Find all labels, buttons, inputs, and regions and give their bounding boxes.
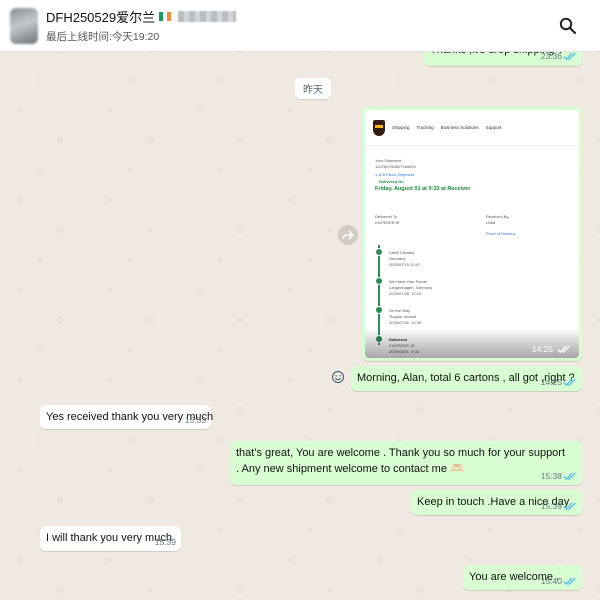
timeline-dot xyxy=(375,277,383,285)
ups-delivered-label: Delivered On xyxy=(379,179,404,184)
last-seen-status: 最后上线时间:今天19:20 xyxy=(46,31,160,43)
double-check-icon xyxy=(563,472,576,481)
ups-pieces: 1 of 6 Piece Shipment xyxy=(375,172,415,177)
message-time: 15:39 xyxy=(154,536,176,547)
milestone-place: Germany xyxy=(389,256,406,261)
message-time: 15:33 xyxy=(184,414,206,425)
message-time: 14:25 xyxy=(540,376,562,387)
message-time: 15:38 xyxy=(540,470,562,481)
ups-tracking-screenshot[interactable]: Shipping Tracking Business Solutions Sup… xyxy=(365,110,579,358)
avatar[interactable] xyxy=(10,7,38,44)
double-check-icon xyxy=(563,52,576,61)
day-divider: 昨天 xyxy=(295,78,331,99)
ups-received-by-label: Received By xyxy=(486,214,509,219)
message-bubble-in[interactable]: I will thank you very much 15:39 xyxy=(40,526,181,551)
ups-nav-bar: Shipping Tracking Business Solutions Sup… xyxy=(365,110,579,146)
milestone-label: We Have Your Parcel xyxy=(389,279,427,284)
message-bubble-out[interactable]: You are welcome . 15:40 xyxy=(463,565,582,590)
ups-delivered-to: KILPEDER IE xyxy=(375,220,400,225)
ups-nav-item: Business Solutions xyxy=(440,125,479,130)
ups-nav-item: Shipping xyxy=(392,125,410,130)
message-text: I will thank you very much xyxy=(46,532,172,544)
ups-logo xyxy=(373,119,385,136)
ups-proof-of-delivery: Proof of Delivery xyxy=(486,231,516,236)
redacted-phone xyxy=(178,11,237,22)
timeline-dot xyxy=(375,306,383,314)
milestone-label: Label Created xyxy=(389,250,415,255)
image-message[interactable]: Shipping Tracking Business Solutions Sup… xyxy=(362,107,582,361)
message-time: 15:40 xyxy=(540,575,562,586)
message-time: 15:39 xyxy=(540,500,562,511)
milestone-date: 2025/07/15 20:47 xyxy=(389,262,421,267)
milestone-place: Langenhagen, Germany xyxy=(389,285,433,290)
ups-your-shipment: Your Shipment xyxy=(375,158,402,163)
contact-name: DFH250529爱尔兰 xyxy=(46,10,156,25)
milestone-place: Tinglas, Ireland xyxy=(389,314,417,319)
emoji-icon[interactable] xyxy=(330,369,346,385)
ups-nav-item: Support xyxy=(485,125,502,130)
double-check-icon xyxy=(563,502,576,511)
chat-header: DFH250529爱尔兰 最后上线时间:今天19:20 xyxy=(0,0,600,52)
timeline-dot xyxy=(375,248,383,256)
message-bubble-out[interactable]: that's great, You are welcome . Thank yo… xyxy=(230,441,582,485)
milestone-label: On the Way xyxy=(389,308,410,313)
double-check-icon xyxy=(557,345,570,354)
milestone-date: 2025/07/28, 12:16 xyxy=(389,291,422,296)
search-icon[interactable] xyxy=(558,16,578,36)
message-bubble-in[interactable]: Yes received thank you very much 15:33 xyxy=(40,405,213,429)
message-text: that's great, You are welcome . Thank yo… xyxy=(236,447,566,475)
ireland-flag-icon xyxy=(159,12,172,21)
ups-nav-item: Tracking xyxy=(416,125,434,130)
message-time: 14:25 xyxy=(531,344,553,354)
message-bubble-out[interactable]: Keep in touch .Have a nice day 15:39 xyxy=(411,490,582,515)
milestone-date: 2025/07/31, 10:39 xyxy=(389,320,422,325)
double-check-icon xyxy=(563,577,576,586)
ups-delivered-to-label: Delivered To xyxy=(375,214,398,219)
ups-tracking-number: 1Z4780Y84817184090 xyxy=(375,164,416,169)
ups-received-by: LIAM xyxy=(486,220,496,225)
double-check-icon xyxy=(563,378,576,387)
ups-delivered-on: Friday, August 01 at 9:33 at Receiver xyxy=(375,186,471,192)
forward-icon[interactable] xyxy=(338,225,358,245)
message-bubble-out[interactable]: Morning, Alan, total 6 cartons , all got… xyxy=(351,366,582,391)
contact-info[interactable]: DFH250529爱尔兰 最后上线时间:今天19:20 xyxy=(46,7,237,44)
